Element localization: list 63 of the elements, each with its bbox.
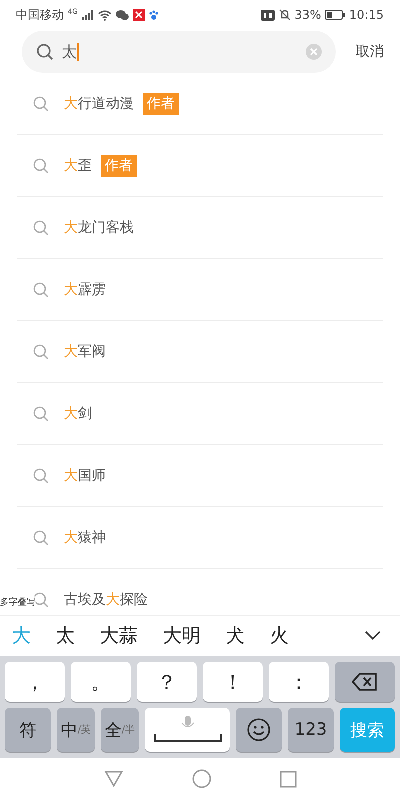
suggestion-text: 大龙门客栈 bbox=[64, 218, 134, 236]
handwriting-label[interactable]: 多字叠写 bbox=[0, 596, 36, 609]
candidate-word[interactable]: 大明 bbox=[163, 623, 201, 649]
mute-bell-icon bbox=[278, 9, 291, 21]
backspace-key[interactable] bbox=[335, 662, 395, 702]
suggestion-item[interactable]: 大龙门客栈 bbox=[17, 197, 383, 259]
candidate-word[interactable]: 犬 bbox=[226, 623, 245, 649]
search-icon bbox=[33, 468, 49, 484]
suggestion-text: 大军阀 bbox=[64, 342, 106, 360]
punctuation-key[interactable]: 。 bbox=[71, 662, 131, 702]
chat-icon bbox=[116, 10, 129, 20]
signal-icon bbox=[82, 10, 94, 20]
function-key[interactable]: 符 bbox=[5, 708, 51, 752]
suggestion-text: 古埃及大探险 bbox=[64, 590, 148, 608]
space-key[interactable] bbox=[145, 708, 230, 752]
emoji-key[interactable] bbox=[236, 708, 282, 752]
search-icon bbox=[36, 43, 54, 61]
suggestion-item[interactable]: 大猿神 bbox=[17, 507, 383, 569]
suggestion-text: 大霹雳 bbox=[64, 280, 106, 298]
search-field[interactable]: 太 bbox=[22, 31, 336, 73]
suggestion-text: 大歪 bbox=[64, 156, 92, 174]
carrier-name: 中国移动 bbox=[16, 6, 64, 24]
battery-percent: 33% bbox=[294, 8, 322, 22]
search-icon bbox=[33, 96, 49, 112]
smiley-icon bbox=[247, 718, 271, 742]
punctuation-key[interactable]: ！ bbox=[203, 662, 263, 702]
microphone-space-icon bbox=[152, 716, 222, 744]
app-icon bbox=[132, 9, 145, 21]
search-icon bbox=[33, 282, 49, 298]
punctuation-key[interactable]: ， bbox=[5, 662, 65, 702]
recents-icon[interactable] bbox=[280, 770, 296, 788]
paw-icon bbox=[148, 10, 159, 20]
wifi-icon bbox=[98, 10, 112, 20]
suggestion-item[interactable]: 大剑 bbox=[17, 383, 383, 445]
suggestion-text: 大剑 bbox=[64, 404, 92, 422]
search-icon bbox=[33, 406, 49, 422]
suggestion-item[interactable]: 大国师 bbox=[17, 445, 383, 507]
suggestion-item[interactable]: 大行道动漫 作者 bbox=[17, 74, 383, 135]
author-tag: 作者 bbox=[101, 154, 137, 176]
candidate-word[interactable]: 火 bbox=[270, 623, 289, 649]
battery-icon bbox=[325, 10, 346, 20]
suggestion-text: 大猿神 bbox=[64, 528, 106, 546]
search-icon bbox=[33, 530, 49, 546]
suggestion-item[interactable]: 大歪 作者 bbox=[17, 135, 383, 197]
cancel-button[interactable]: 取消 bbox=[356, 43, 384, 61]
suggestion-text: 大行道动漫 bbox=[64, 95, 134, 113]
search-icon bbox=[33, 158, 49, 174]
candidate-word[interactable]: 大蒜 bbox=[100, 623, 138, 649]
search-icon bbox=[33, 344, 49, 360]
suggestion-item[interactable]: 大霹雳 bbox=[17, 259, 383, 321]
author-tag: 作者 bbox=[143, 93, 179, 115]
candidate-word[interactable]: 太 bbox=[56, 623, 75, 649]
home-icon[interactable] bbox=[192, 769, 212, 789]
clock-time: 10:15 bbox=[349, 8, 384, 22]
punctuation-key[interactable]: ： bbox=[269, 662, 329, 702]
chevron-down-icon[interactable] bbox=[364, 631, 382, 641]
suggestion-item[interactable]: 大军阀 bbox=[17, 321, 383, 383]
function-key[interactable]: 123 bbox=[288, 708, 334, 752]
back-icon[interactable] bbox=[104, 770, 124, 788]
backspace-icon bbox=[352, 673, 378, 691]
punctuation-key[interactable]: ？ bbox=[137, 662, 197, 702]
search-icon bbox=[33, 220, 49, 236]
suggestion-text: 大国师 bbox=[64, 466, 106, 484]
